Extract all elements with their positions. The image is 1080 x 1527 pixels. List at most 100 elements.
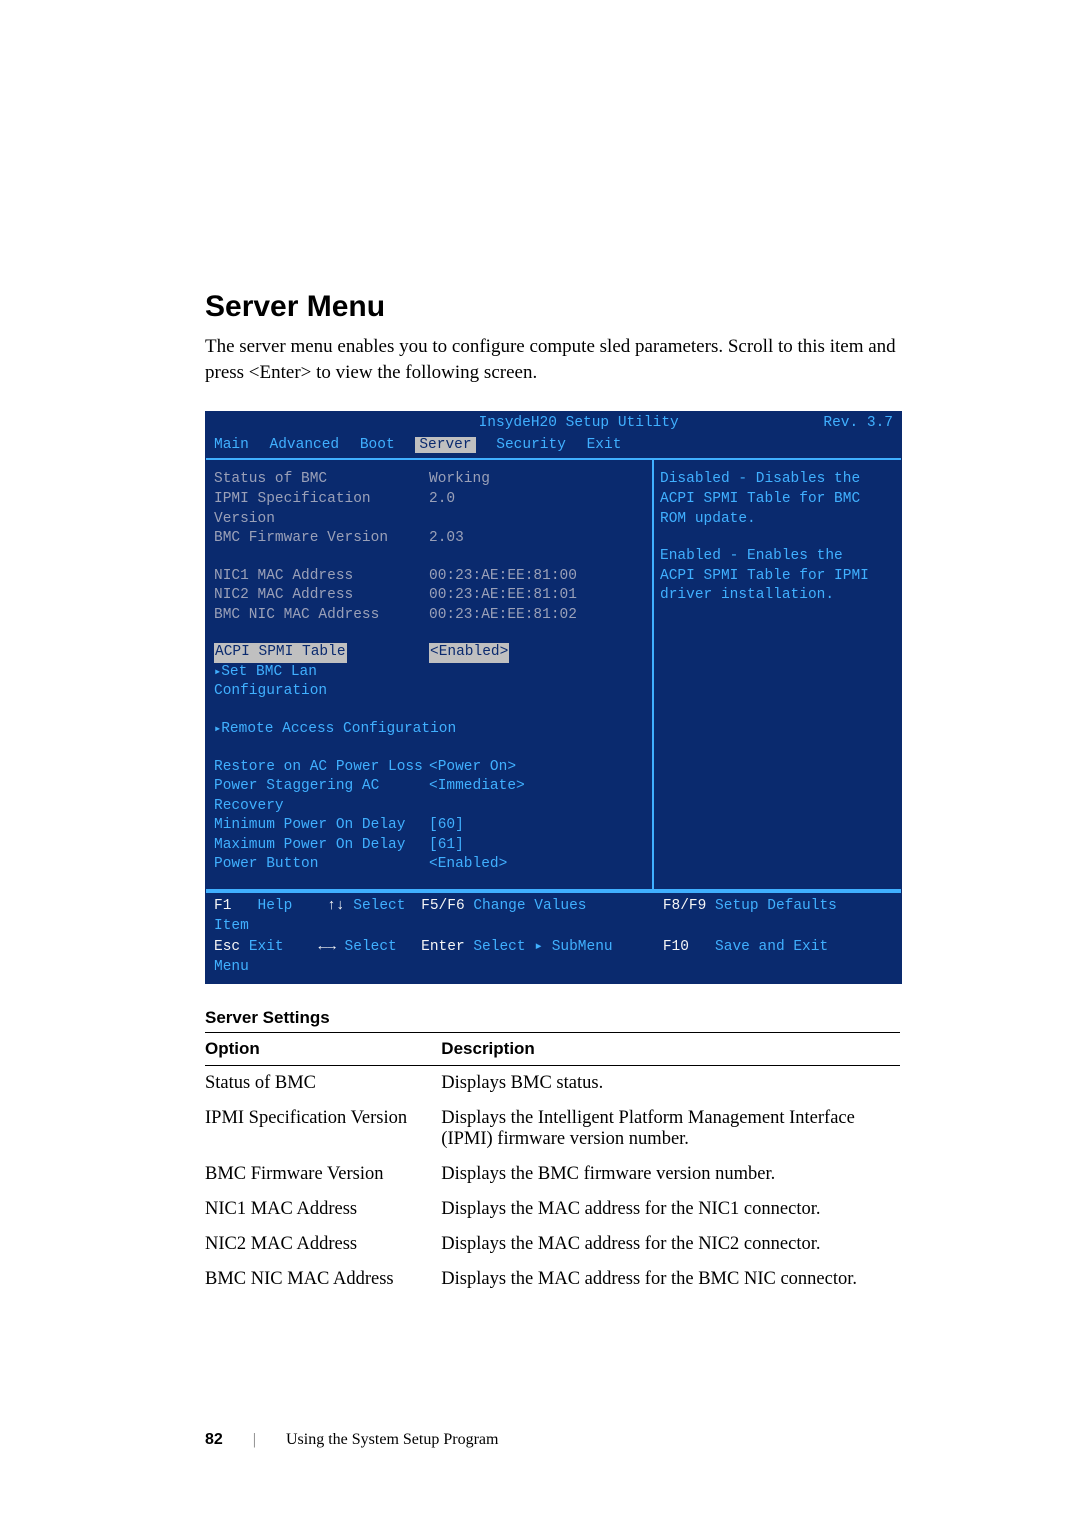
spacer <box>214 549 646 567</box>
table-cell-desc: Displays the BMC firmware version number… <box>441 1157 900 1192</box>
footer-key: F8/F9 <box>663 898 707 914</box>
bios-value: 2.0 <box>429 490 646 529</box>
bios-row-stagger-ac[interactable]: Power Staggering AC Recovery <Immediate> <box>214 777 646 816</box>
bios-row-bmc-fw: BMC Firmware Version 2.03 <box>214 529 646 549</box>
help-line: ROM update. <box>660 510 893 530</box>
help-line: Disabled - Disables the <box>660 470 893 490</box>
bios-label: Restore on AC Power Loss <box>214 758 429 778</box>
bios-value: 00:23:AE:EE:81:00 <box>429 567 646 587</box>
table-cell-option: BMC NIC MAC Address <box>205 1262 441 1297</box>
bios-label: Minimum Power On Delay <box>214 816 429 836</box>
help-line: driver installation. <box>660 586 893 606</box>
bios-help-pane: Disabled - Disables the ACPI SPMI Table … <box>654 460 901 889</box>
bios-menubar[interactable]: Main Advanced Boot Server Security Exit <box>206 436 901 459</box>
bios-submenu-remote-access[interactable]: Remote Access Configuration <box>214 720 646 740</box>
table-cell-option: BMC Firmware Version <box>205 1157 441 1192</box>
bios-row-status-bmc: Status of BMC Working <box>214 470 646 490</box>
table-row: BMC NIC MAC Address Displays the MAC add… <box>205 1262 900 1297</box>
bios-row-nic2-mac: NIC2 MAC Address 00:23:AE:EE:81:01 <box>214 586 646 606</box>
table-row: IPMI Specification Version Displays the … <box>205 1101 900 1157</box>
bios-tab-boot[interactable]: Boot <box>360 437 395 453</box>
bios-value: 00:23:AE:EE:81:01 <box>429 586 646 606</box>
footer-desc: Select Item <box>214 898 405 934</box>
footer-key: F5/F6 <box>421 898 465 914</box>
bios-submenu-bmc-lan[interactable]: Set BMC Lan Configuration <box>214 663 646 702</box>
bios-label: NIC1 MAC Address <box>214 567 429 587</box>
bios-value: 00:23:AE:EE:81:02 <box>429 606 646 626</box>
footer-desc: Change Values <box>473 898 586 914</box>
bios-tab-exit[interactable]: Exit <box>587 437 622 453</box>
section-intro: The server menu enables you to configure… <box>205 334 900 385</box>
footer-cell: F10 Save and Exit <box>663 938 893 977</box>
bios-row-max-delay[interactable]: Maximum Power On Delay [61] <box>214 836 646 856</box>
bios-tab-server[interactable]: Server <box>415 437 475 453</box>
bios-left-pane: Status of BMC Working IPMI Specification… <box>206 460 654 889</box>
bios-value: Working <box>429 470 646 490</box>
section-heading: Server Menu <box>205 290 900 324</box>
footer-cell: F1 Help ↑↓ Select Item <box>214 897 421 936</box>
bios-submenu-label: Remote Access Configuration <box>214 720 456 740</box>
page-number: 82 <box>205 1431 223 1449</box>
bios-label: Maximum Power On Delay <box>214 836 429 856</box>
bios-tab-advanced[interactable]: Advanced <box>270 437 340 453</box>
footer-cell: F8/F9 Setup Defaults <box>663 897 893 936</box>
bios-row-acpi-spmi[interactable]: ACPI SPMI Table <Enabled> <box>214 643 646 663</box>
bios-row-min-delay[interactable]: Minimum Power On Delay [60] <box>214 816 646 836</box>
bios-label: IPMI Specification Version <box>214 490 429 529</box>
bios-row-bmc-mac: BMC NIC MAC Address 00:23:AE:EE:81:02 <box>214 606 646 626</box>
table-row: NIC2 MAC Address Displays the MAC addres… <box>205 1227 900 1262</box>
footer-key: ←→ <box>318 939 335 955</box>
footer-cell: Enter Select ▸ SubMenu <box>421 938 663 977</box>
bios-body: Status of BMC Working IPMI Specification… <box>206 458 901 891</box>
footer-key: Esc <box>214 939 240 955</box>
table-header-row: Option Description <box>205 1033 900 1066</box>
help-line: ACPI SPMI Table for BMC <box>660 490 893 510</box>
bios-label: NIC2 MAC Address <box>214 586 429 606</box>
bios-value: <Immediate> <box>429 777 646 816</box>
table-cell-desc: Displays BMC status. <box>441 1066 900 1102</box>
bios-row-power-button[interactable]: Power Button <Enabled> <box>214 855 646 875</box>
bios-title: InsydeH20 Setup Utility <box>334 414 823 434</box>
document-page: Server Menu The server menu enables you … <box>0 0 1080 1527</box>
table-row: NIC1 MAC Address Displays the MAC addres… <box>205 1192 900 1227</box>
table-cell-option: NIC1 MAC Address <box>205 1192 441 1227</box>
table-cell-option: IPMI Specification Version <box>205 1101 441 1157</box>
bios-value: [61] <box>429 836 646 856</box>
footer-desc: Exit <box>249 939 284 955</box>
bios-value: [60] <box>429 816 646 836</box>
spacer <box>660 529 893 547</box>
bios-label: Power Button <box>214 855 429 875</box>
bios-label: BMC NIC MAC Address <box>214 606 429 626</box>
spacer <box>214 740 646 758</box>
bios-title-spacer <box>214 414 334 434</box>
bios-screenshot: InsydeH20 Setup Utility Rev. 3.7 Main Ad… <box>205 411 902 984</box>
table-header-desc: Description <box>441 1033 900 1066</box>
table-cell-desc: Displays the MAC address for the NIC2 co… <box>441 1227 900 1262</box>
footer-cell: F5/F6 Change Values <box>421 897 663 936</box>
spacer <box>214 702 646 720</box>
bios-label: ACPI SPMI Table <box>214 643 429 663</box>
bios-label: BMC Firmware Version <box>214 529 429 549</box>
table-cell-desc: Displays the MAC address for the NIC1 co… <box>441 1192 900 1227</box>
table-row: BMC Firmware Version Displays the BMC fi… <box>205 1157 900 1192</box>
table-cell-desc: Displays the MAC address for the BMC NIC… <box>441 1262 900 1297</box>
bios-tab-security[interactable]: Security <box>496 437 566 453</box>
footer-desc: Save and Exit <box>715 939 828 955</box>
footer-desc: Setup Defaults <box>715 898 837 914</box>
help-line: ACPI SPMI Table for IPMI <box>660 567 893 587</box>
footer-key: Enter <box>421 939 465 955</box>
bios-value: <Enabled> <box>429 855 646 875</box>
bios-tab-main[interactable]: Main <box>214 437 249 453</box>
page-footer-separator: | <box>253 1431 256 1449</box>
table-row: Status of BMC Displays BMC status. <box>205 1066 900 1102</box>
bios-row-ipmi-version: IPMI Specification Version 2.0 <box>214 490 646 529</box>
settings-table-title: Server Settings <box>205 1008 900 1028</box>
table-cell-desc: Displays the Intelligent Platform Manage… <box>441 1101 900 1157</box>
bios-value: 2.03 <box>429 529 646 549</box>
page-footer: 82 | Using the System Setup Program <box>205 1431 498 1449</box>
spacer <box>214 625 646 643</box>
bios-label: Power Staggering AC Recovery <box>214 777 429 816</box>
bios-row-restore-ac[interactable]: Restore on AC Power Loss <Power On> <box>214 758 646 778</box>
bios-footer: F1 Help ↑↓ Select Item F5/F6 Change Valu… <box>206 891 901 983</box>
page-footer-section: Using the System Setup Program <box>286 1431 498 1449</box>
